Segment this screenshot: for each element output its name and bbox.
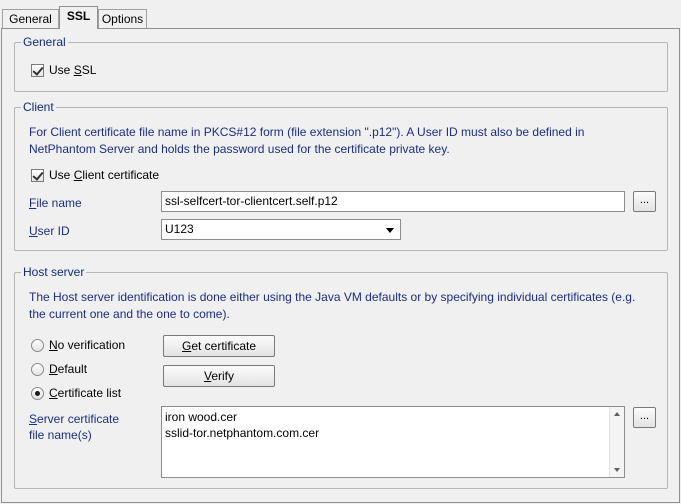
server-certificate-label: Server certificate	[29, 412, 120, 426]
tab-general[interactable]: General	[2, 9, 59, 29]
use-client-certificate-checkbox[interactable]	[31, 169, 44, 182]
use-ssl-checkbox[interactable]	[31, 64, 44, 77]
client-group-title: Client	[21, 100, 56, 114]
ssl-tab-panel: General Use SSL Client For Client certif…	[1, 28, 680, 503]
tab-general-label: General	[9, 12, 52, 26]
use-ssl-label: Use SSL	[49, 63, 97, 77]
no-verification-label: No verification	[49, 338, 126, 352]
client-group: Client For Client certificate file name …	[14, 100, 668, 251]
default-label: Default	[49, 362, 88, 376]
verify-button[interactable]: Verify	[163, 365, 275, 387]
certificate-list-radio[interactable]	[31, 387, 44, 400]
general-group: General Use SSL	[14, 35, 668, 92]
client-description-line1: For Client certificate file name in PKCS…	[29, 125, 585, 139]
get-certificate-button[interactable]: Get certificate	[163, 335, 275, 357]
use-client-certificate-label: Use Client certificate	[49, 168, 160, 182]
user-id-label: User ID	[29, 224, 70, 238]
client-description-line2: NetPhantom Server and holds the password…	[29, 142, 450, 156]
host-server-group: Host server The Host server identificati…	[14, 265, 668, 489]
server-certificate-list[interactable]: iron wood.cer sslid-tor.netphantom.com.c…	[161, 406, 625, 478]
host-description-line2: the current one and the one to come).	[29, 307, 230, 321]
chevron-down-icon[interactable]	[386, 228, 394, 233]
list-item[interactable]: sslid-tor.netphantom.com.cer	[162, 425, 624, 441]
file-name-input[interactable]: ssl-selfcert-tor-clientcert.self.p12	[161, 191, 625, 212]
list-item[interactable]: iron wood.cer	[162, 407, 624, 425]
tab-options-label: Options	[101, 12, 144, 26]
file-name-browse-button[interactable]: ...	[633, 191, 656, 212]
host-description-line1: The Host server identification is done e…	[29, 290, 636, 304]
file-name-label: File name	[29, 196, 82, 210]
host-server-group-title: Host server	[21, 265, 87, 279]
tab-strip: General SSL Options	[2, 6, 681, 29]
no-verification-radio[interactable]	[31, 339, 44, 352]
server-certificate-label-line2: file name(s)	[29, 428, 92, 442]
scroll-down-icon[interactable]	[614, 468, 620, 472]
user-id-value: U123	[165, 222, 194, 236]
tab-ssl[interactable]: SSL	[59, 6, 98, 29]
tab-ssl-label: SSL	[66, 9, 91, 23]
default-radio[interactable]	[31, 363, 44, 376]
certificate-list-label: Certificate list	[49, 386, 122, 400]
scroll-up-icon[interactable]	[614, 412, 620, 416]
user-id-combobox[interactable]: U123	[161, 219, 401, 240]
tab-options[interactable]: Options	[98, 9, 147, 29]
general-group-title: General	[21, 35, 68, 49]
server-certificate-browse-button[interactable]: ...	[633, 407, 656, 428]
list-scrollbar[interactable]	[609, 407, 624, 477]
